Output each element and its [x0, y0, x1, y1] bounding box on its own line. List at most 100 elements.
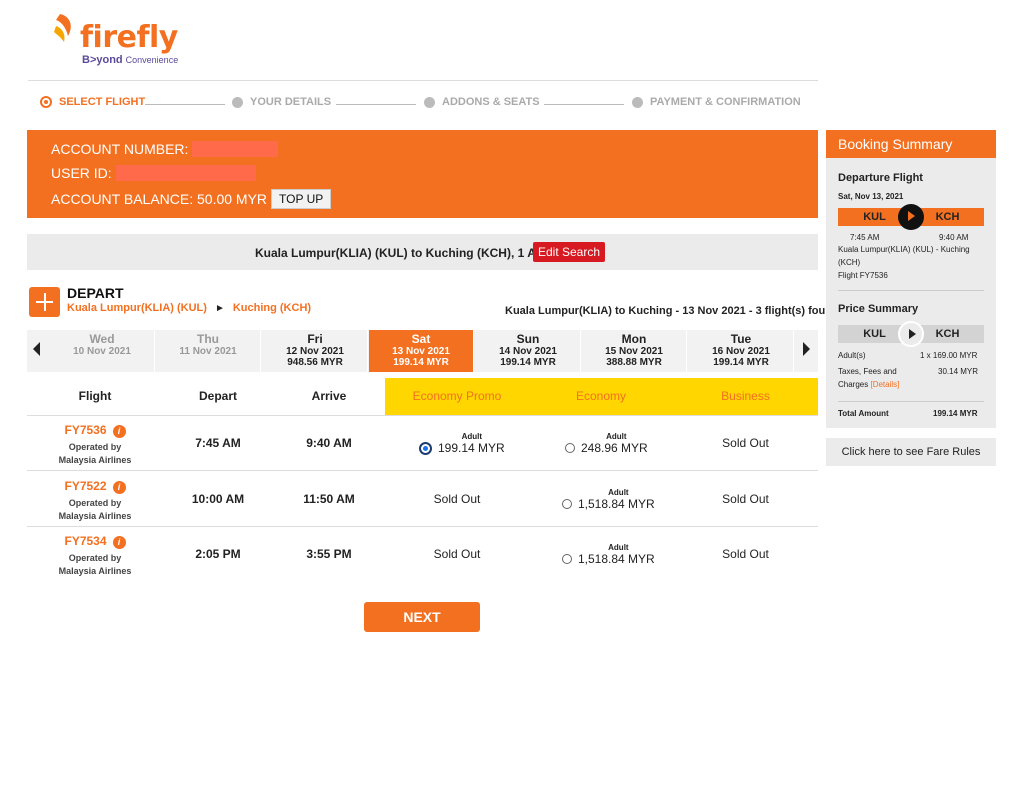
arrive-time: 11:50 AM — [303, 492, 355, 506]
departure-date: Sat, Nov 13, 2021 — [838, 192, 904, 201]
top-up-button[interactable]: TOP UP — [271, 189, 332, 209]
details-link[interactable]: [Details] — [870, 380, 899, 389]
user-id-redacted — [115, 165, 256, 181]
fare-economy[interactable]: Adult 1,518.84 MYR — [562, 543, 655, 566]
booking-progress: SELECT FLIGHT YOUR DETAILS ADDONS & SEAT… — [40, 96, 820, 114]
col-flight: Flight — [78, 389, 112, 403]
fare-business-status: Sold Out — [722, 492, 769, 506]
flight-number-link[interactable]: FY7536 — [64, 423, 106, 437]
departure-route-bar: KUL KCH — [838, 204, 984, 230]
search-summary-text: Kuala Lumpur(KLIA) (KUL) to Kuching (KCH… — [255, 246, 558, 260]
fare-radio[interactable] — [562, 499, 572, 509]
flight-number-link[interactable]: FY7534 — [64, 534, 106, 548]
col-economy-promo: Economy Promo — [412, 389, 502, 403]
depart-time: 10:00 AM — [191, 492, 245, 506]
account-balance-row: ACCOUNT BALANCE: 50.00 MYR TOP UP — [51, 189, 332, 209]
fare-business-status: Sold Out — [722, 547, 769, 561]
flight-number-link[interactable]: FY7522 — [64, 479, 106, 493]
taxes-value: 30.14 MYR — [938, 367, 979, 376]
date-cell-mon[interactable]: Mon 15 Nov 2021 388.88 MYR — [582, 330, 687, 372]
arrive-time: 9:40 AM — [306, 436, 352, 450]
account-number-label: ACCOUNT NUMBER: — [51, 141, 189, 157]
flight-cell: FY7536 i Operated by Malaysia Airlines — [58, 423, 132, 465]
step-addons-seats: ADDONS & SEATS — [424, 96, 540, 108]
col-economy: Economy — [575, 389, 627, 403]
step-your-details: YOUR DETAILS — [232, 96, 331, 108]
depart-title: DEPART — [67, 285, 124, 301]
account-number-row: ACCOUNT NUMBER: — [51, 141, 279, 157]
flight-number: Flight FY7536 — [838, 271, 888, 280]
date-selector: Wed 10 Nov 2021 Thu 11 Nov 2021 Fri 12 Nov … — [27, 330, 818, 372]
date-cell-tue[interactable]: Tue 16 Nov 2021 199.14 MYR — [689, 330, 794, 372]
origin-text: Kuala Lumpur(KLIA) (KUL) — [67, 302, 207, 314]
play-arrow-icon — [898, 321, 924, 347]
account-panel: ACCOUNT NUMBER: USER ID: ACCOUNT BALANCE… — [27, 130, 818, 218]
fare-radio-selected[interactable] — [419, 441, 432, 455]
fare-class-header: Economy Promo Economy Business — [385, 378, 818, 415]
prev-date-arrow-icon[interactable] — [33, 342, 40, 356]
search-summary-bar: Kuala Lumpur(KLIA) (KUL) to Kuching (KCH… — [27, 234, 818, 270]
fare-rules-link[interactable]: Click here to see Fare Rules — [826, 438, 996, 466]
fare-business-status: Sold Out — [722, 436, 769, 450]
info-icon[interactable]: i — [112, 536, 126, 549]
fare-economy[interactable]: Adult 1,518.84 MYR — [562, 488, 655, 511]
col-arrive: Arrive — [311, 389, 347, 403]
account-balance-label: ACCOUNT BALANCE: 50.00 MYR — [51, 191, 268, 207]
fare-radio[interactable] — [565, 443, 575, 453]
date-cell-thu[interactable]: Thu 11 Nov 2021 — [156, 330, 261, 372]
route-arrow-icon: ► — [214, 303, 225, 314]
price-route-bar: KUL KCH — [838, 321, 984, 347]
destination-text: Kuching (KCH) — [232, 302, 312, 314]
route-line-2: (KCH) — [838, 258, 861, 267]
next-button[interactable]: NEXT — [364, 602, 480, 632]
date-cell-wed[interactable]: Wed 10 Nov 2021 — [50, 330, 155, 372]
info-icon[interactable]: i — [112, 481, 126, 494]
depart-time: 2:05 PM — [195, 547, 241, 561]
booking-summary-panel: Booking Summary Departure Flight Sat, No… — [826, 130, 996, 428]
user-id-row: USER ID: — [51, 165, 256, 181]
edit-search-button[interactable]: Edit Search — [533, 242, 605, 262]
info-icon[interactable]: i — [112, 425, 126, 438]
col-depart: Depart — [198, 389, 237, 403]
step-icon — [424, 96, 435, 108]
step-payment: PAYMENT & CONFIRMATION — [632, 96, 801, 108]
step-icon — [632, 96, 643, 108]
col-business: Business — [721, 389, 770, 403]
flight-table-body: FY7536 i Operated by Malaysia Airlines 7:… — [27, 415, 818, 585]
fare-economy-promo[interactable]: Adult 199.14 MYR — [419, 432, 505, 455]
account-number-redacted — [192, 141, 279, 157]
total-label: Total Amount — [838, 409, 889, 418]
flight-cell: FY7534 i Operated by Malaysia Airlines — [58, 534, 132, 576]
date-cell-sun[interactable]: Sun 14 Nov 2021 199.14 MYR — [476, 330, 581, 372]
route-line-1: Kuala Lumpur(KLIA) (KUL) - Kuching — [838, 245, 970, 254]
step-select-flight: SELECT FLIGHT — [40, 96, 145, 108]
fare-economy[interactable]: Adult 248.96 MYR — [565, 432, 648, 455]
logo-tagline: B>yond Convenience — [82, 54, 179, 66]
fare-radio[interactable] — [562, 554, 572, 564]
firefly-logo[interactable]: firefly B>yond Convenience — [54, 10, 194, 70]
charges-label: Charges [Details] — [838, 380, 900, 389]
flight-cell: FY7522 i Operated by Malaysia Airlines — [58, 479, 132, 521]
departure-flight-title: Departure Flight — [838, 172, 923, 184]
play-arrow-icon — [898, 204, 924, 230]
price-summary-title: Price Summary — [838, 303, 919, 315]
logo-wordmark: firefly — [80, 20, 178, 55]
fare-promo-status: Sold Out — [433, 492, 481, 506]
date-cell-sat-selected[interactable]: Sat 13 Nov 2021 199.14 MYR — [369, 330, 474, 372]
taxes-label: Taxes, Fees and — [838, 367, 897, 376]
flights-found-text: Kuala Lumpur(KLIA) to Kuching - 13 Nov 2… — [505, 305, 839, 317]
next-date-arrow-icon[interactable] — [803, 342, 810, 356]
fare-promo-status: Sold Out — [433, 547, 481, 561]
header-divider — [28, 80, 818, 81]
expand-plus-icon[interactable] — [29, 287, 60, 317]
arrive-time: 3:55 PM — [306, 547, 352, 561]
departure-time: 7:45 AM — [850, 233, 880, 242]
depart-time: 7:45 AM — [195, 436, 241, 450]
adults-label: Adult(s) — [838, 351, 866, 360]
date-cell-fri[interactable]: Fri 12 Nov 2021 948.56 MYR — [263, 330, 368, 372]
depart-route: Kuala Lumpur(KLIA) (KUL) ► Kuching (KCH) — [67, 302, 311, 314]
user-id-label: USER ID: — [51, 165, 112, 181]
booking-summary-title: Booking Summary — [826, 130, 996, 158]
step-active-icon — [40, 96, 52, 108]
flight-table-header: Flight Depart Arrive Economy Promo Econo… — [27, 378, 818, 415]
